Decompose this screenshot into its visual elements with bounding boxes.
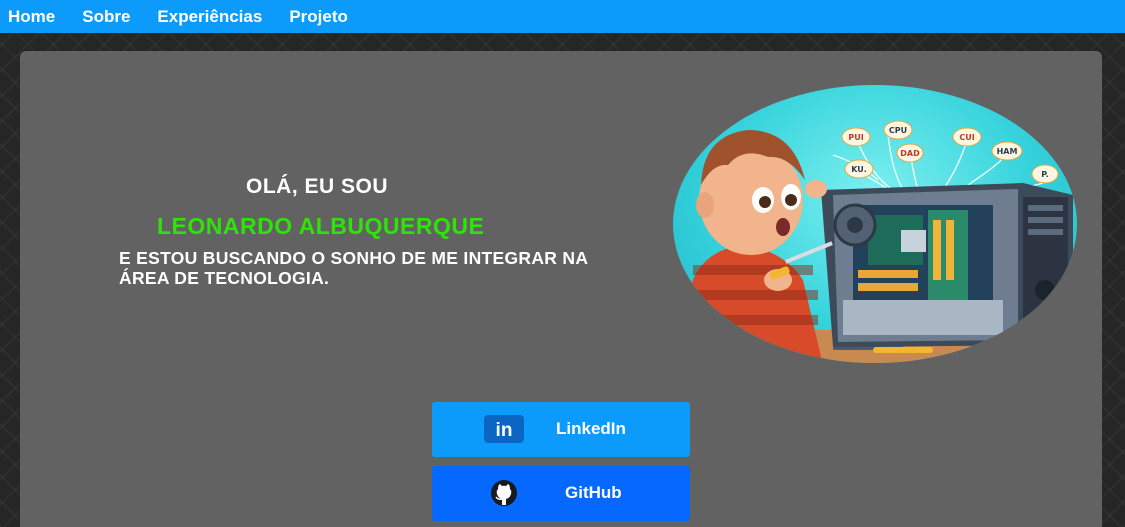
greeting-text: OLÁ, EU SOU	[246, 175, 389, 198]
linkedin-icon: in	[484, 415, 524, 443]
bubble-label-dad: DAD	[900, 149, 920, 158]
bubble-label-ku: KU.	[851, 165, 867, 174]
hero-illustration: PUI CPU DAD CUI HAM KU. P.	[673, 85, 1077, 363]
bubble-label-pui: PUI	[848, 133, 863, 142]
hero-tagline: E ESTOU BUSCANDO O SONHO DE ME INTEGRAR …	[119, 248, 588, 288]
bubble-label-cpu: CPU	[889, 126, 907, 135]
linkedin-button[interactable]: in LinkedIn	[432, 402, 690, 457]
github-label: GitHub	[565, 483, 622, 502]
github-button[interactable]: GitHub	[432, 466, 690, 521]
github-icon	[491, 480, 517, 506]
bubble-label-p: P.	[1041, 170, 1048, 179]
bubble-label-ham: HAM	[997, 147, 1018, 156]
hero-panel: OLÁ, EU SOU LEONARDO ALBUQUERQUE E ESTOU…	[20, 51, 1102, 527]
hero-name: LEONARDO ALBUQUERQUE	[157, 213, 485, 239]
svg-text:in: in	[496, 420, 513, 441]
nav-link-sobre[interactable]: Sobre	[82, 7, 130, 27]
linkedin-label: LinkedIn	[556, 419, 626, 438]
nav-link-experiencias[interactable]: Experiências	[157, 7, 262, 27]
nav-link-home[interactable]: Home	[8, 7, 55, 27]
bubble-label-cui: CUI	[959, 133, 974, 142]
nav-link-projeto[interactable]: Projeto	[289, 7, 348, 27]
navbar: Home Sobre Experiências Projeto	[0, 0, 1125, 33]
